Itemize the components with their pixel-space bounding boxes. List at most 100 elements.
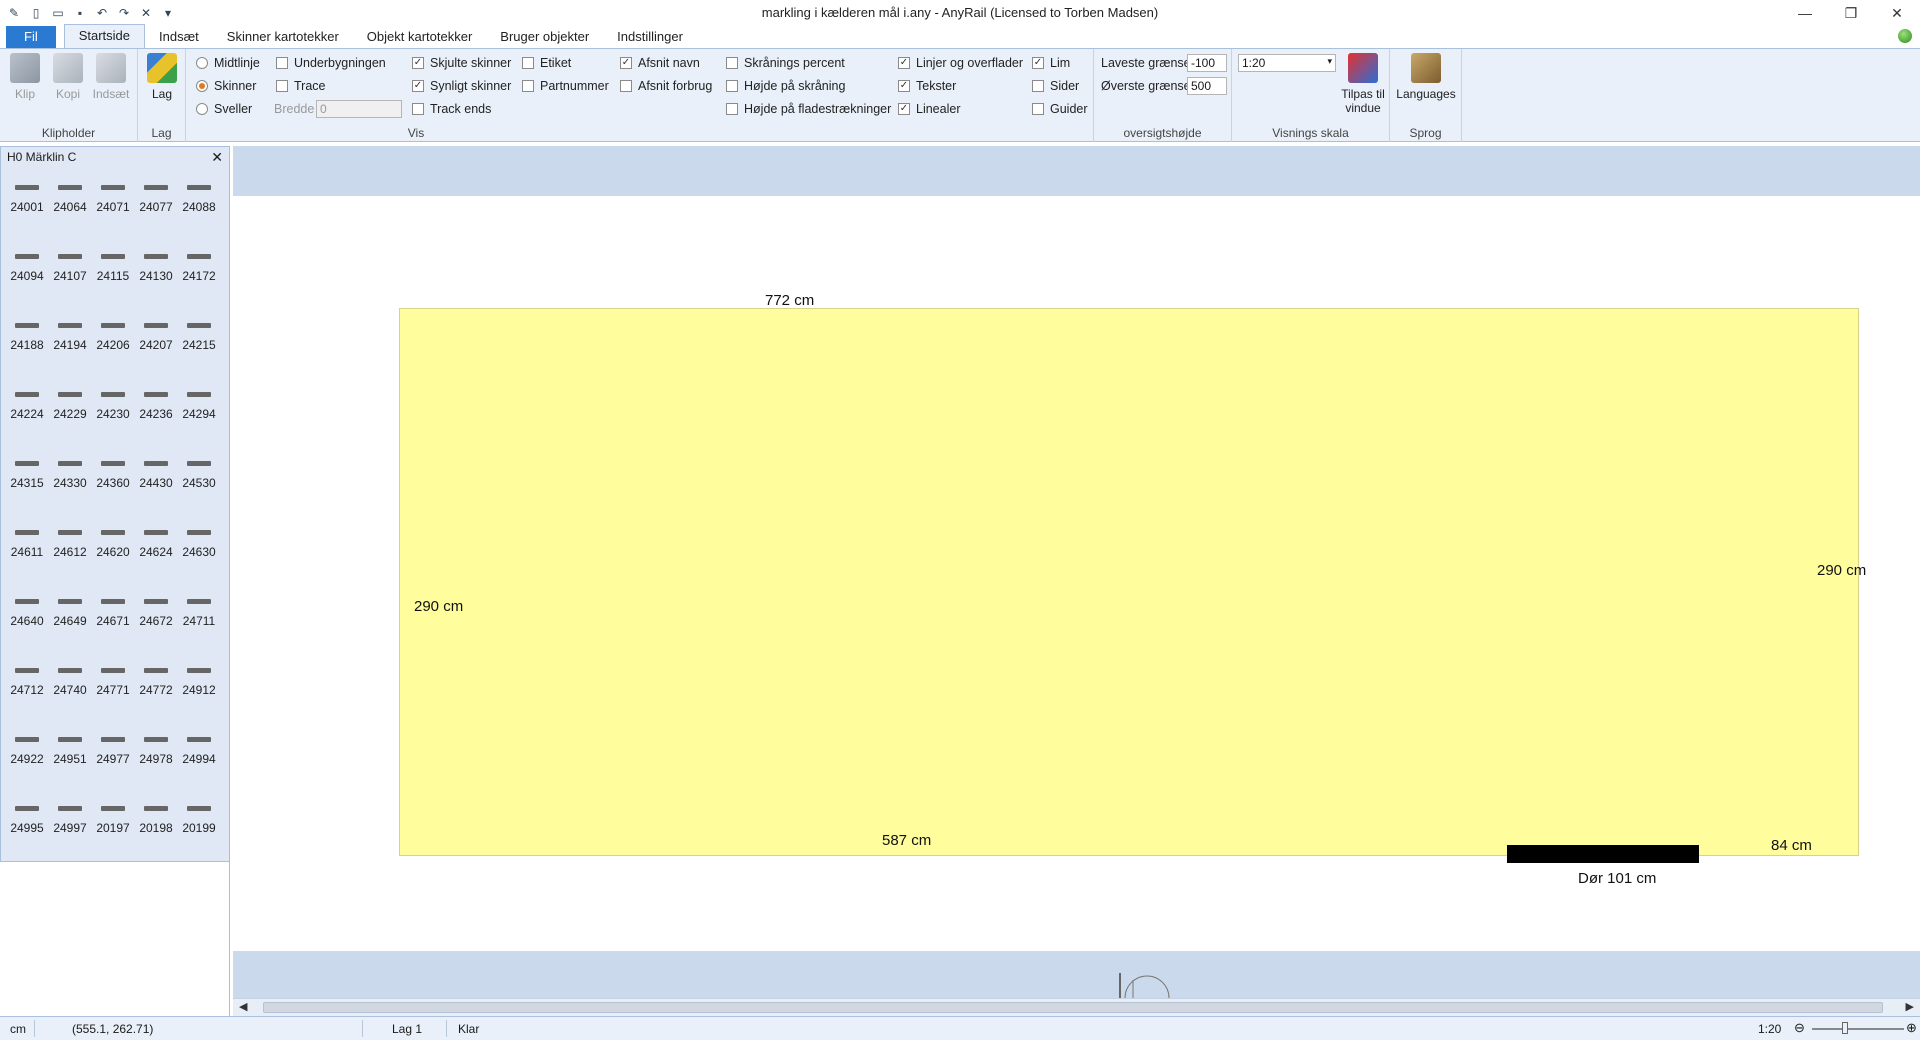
guider-checkbox[interactable]: Guider (1032, 100, 1088, 118)
track-part-item[interactable]: 24671 (91, 591, 135, 660)
track-part-item[interactable]: 24215 (177, 315, 221, 384)
room-rectangle[interactable] (399, 308, 1859, 856)
skraanings-percent-checkbox[interactable]: Skrånings percent (726, 54, 845, 72)
scroll-right-icon[interactable]: ▶ (1906, 1000, 1914, 1013)
track-part-item[interactable]: 24130 (134, 246, 178, 315)
sveller-radio[interactable]: Sveller (196, 100, 252, 118)
track-part-item[interactable]: 20197 (91, 798, 135, 867)
track-part-item[interactable]: 24978 (134, 729, 178, 798)
scale-select[interactable]: 1:20 ▾ (1238, 54, 1336, 72)
sider-checkbox[interactable]: Sider (1032, 77, 1079, 95)
track-part-item[interactable]: 24172 (177, 246, 221, 315)
bredde-input[interactable]: 0 (316, 100, 402, 118)
dimension-left[interactable]: 290 cm (414, 598, 463, 615)
zoom-in-icon[interactable]: ⊕ (1906, 1020, 1917, 1036)
drawing-canvas[interactable]: 772 cm 290 cm 290 cm 587 cm 84 cm Dør 10… (233, 146, 1920, 998)
scroll-left-icon[interactable]: ◀ (239, 1000, 247, 1013)
tab-indsaet[interactable]: Indsæt (145, 26, 213, 48)
track-part-item[interactable]: 24672 (134, 591, 178, 660)
help-icon[interactable] (1898, 29, 1912, 43)
tab-fil[interactable]: Fil (6, 26, 56, 48)
tools-icon[interactable]: ✕ (138, 5, 154, 21)
zoom-slider-track[interactable] (1812, 1028, 1904, 1030)
track-part-item[interactable]: 24994 (177, 729, 221, 798)
dimension-bottom[interactable]: 587 cm (882, 832, 931, 849)
track-part-item[interactable]: 24194 (48, 315, 92, 384)
hojde-paa-skraaning-checkbox[interactable]: Højde på skråning (726, 77, 845, 95)
panel-close-icon[interactable]: ✕ (211, 147, 223, 167)
app-icon[interactable]: ✎ (6, 5, 22, 21)
hojde-paa-fladestraekninger-checkbox[interactable]: Højde på fladestrækninger (726, 100, 891, 118)
paste-button[interactable]: Indsæt (91, 53, 131, 101)
customize-dropdown-icon[interactable]: ▾ (160, 5, 176, 21)
paper-area[interactable]: 772 cm 290 cm 290 cm 587 cm 84 cm Dør 10… (233, 196, 1920, 951)
track-part-item[interactable]: 24951 (48, 729, 92, 798)
track-part-item[interactable]: 20198 (134, 798, 178, 867)
dimension-right[interactable]: 290 cm (1817, 562, 1866, 579)
linjer-og-overflader-checkbox[interactable]: ✓ Linjer og overflader (898, 54, 1023, 72)
trace-checkbox[interactable]: Trace (276, 77, 326, 95)
track-part-item[interactable]: 24772 (134, 660, 178, 729)
track-part-item[interactable]: 24912 (177, 660, 221, 729)
track-part-item[interactable]: 24624 (134, 522, 178, 591)
tab-indstillinger[interactable]: Indstillinger (603, 26, 697, 48)
midtlinje-radio[interactable]: Midtlinje (196, 54, 260, 72)
afsnit-navn-checkbox[interactable]: ✓ Afsnit navn (620, 54, 700, 72)
zoom-slider-thumb[interactable] (1842, 1022, 1848, 1034)
undo-icon[interactable]: ↶ (94, 5, 110, 21)
scroll-thumb[interactable] (263, 1002, 1883, 1013)
dimension-bottom-right[interactable]: 84 cm (1771, 837, 1812, 854)
track-part-item[interactable]: 24995 (5, 798, 49, 867)
etiket-checkbox[interactable]: Etiket (522, 54, 571, 72)
open-folder-icon[interactable]: ▭ (50, 5, 66, 21)
track-part-item[interactable]: 24115 (91, 246, 135, 315)
track-part-item[interactable]: 24188 (5, 315, 49, 384)
track-part-item[interactable]: 24064 (48, 177, 92, 246)
track-part-item[interactable]: 24997 (48, 798, 92, 867)
track-part-item[interactable]: 24611 (5, 522, 49, 591)
lim-checkbox[interactable]: ✓ Lim (1032, 54, 1070, 72)
door-label[interactable]: Dør 101 cm (1578, 870, 1656, 887)
track-part-item[interactable]: 24330 (48, 453, 92, 522)
track-part-item[interactable]: 24094 (5, 246, 49, 315)
languages-button[interactable]: Languages (1396, 53, 1456, 101)
track-part-item[interactable]: 24229 (48, 384, 92, 453)
track-part-item[interactable]: 24360 (91, 453, 135, 522)
tekster-checkbox[interactable]: ✓ Tekster (898, 77, 956, 95)
dimension-top[interactable]: 772 cm (765, 292, 814, 309)
synligt-skinner-checkbox[interactable]: ✓ Synligt skinner (412, 77, 511, 95)
track-ends-checkbox[interactable]: Track ends (412, 100, 491, 118)
tab-bruger-objekter[interactable]: Bruger objekter (486, 26, 603, 48)
layer-button[interactable]: Lag (142, 53, 182, 101)
track-part-item[interactable]: 24230 (91, 384, 135, 453)
track-part-item[interactable]: 24712 (5, 660, 49, 729)
redo-icon[interactable]: ↷ (116, 5, 132, 21)
track-part-item[interactable]: 24236 (134, 384, 178, 453)
tab-objekt-kartotekker[interactable]: Objekt kartotekker (353, 26, 487, 48)
new-icon[interactable]: ▯ (28, 5, 44, 21)
track-part-item[interactable]: 24077 (134, 177, 178, 246)
track-part-item[interactable]: 24630 (177, 522, 221, 591)
afsnit-forbrug-checkbox[interactable]: Afsnit forbrug (620, 77, 712, 95)
track-part-item[interactable]: 24224 (5, 384, 49, 453)
fit-to-window-button[interactable]: Tilpas til vindue (1338, 53, 1388, 115)
track-part-item[interactable]: 20199 (177, 798, 221, 867)
tab-skinner-kartotekker[interactable]: Skinner kartotekker (213, 26, 353, 48)
lowest-limit-input[interactable]: -100 (1187, 54, 1227, 72)
linealer-checkbox[interactable]: ✓ Linealer (898, 100, 960, 118)
track-part-item[interactable]: 24620 (91, 522, 135, 591)
horizontal-scrollbar[interactable]: ◀ ▶ (233, 998, 1920, 1016)
close-button[interactable]: ✕ (1874, 0, 1920, 26)
track-part-item[interactable]: 24740 (48, 660, 92, 729)
tab-startside[interactable]: Startside (63, 24, 146, 48)
skjulte-skinner-checkbox[interactable]: ✓ Skjulte skinner (412, 54, 511, 72)
cut-button[interactable]: Klip (5, 53, 45, 101)
track-part-item[interactable]: 24922 (5, 729, 49, 798)
track-part-item[interactable]: 24640 (5, 591, 49, 660)
partnummer-checkbox[interactable]: Partnummer (522, 77, 609, 95)
zoom-out-icon[interactable]: ⊖ (1794, 1020, 1805, 1036)
track-part-item[interactable]: 24294 (177, 384, 221, 453)
highest-limit-input[interactable]: 500 (1187, 77, 1227, 95)
track-part-item[interactable]: 24649 (48, 591, 92, 660)
track-part-item[interactable]: 24107 (48, 246, 92, 315)
